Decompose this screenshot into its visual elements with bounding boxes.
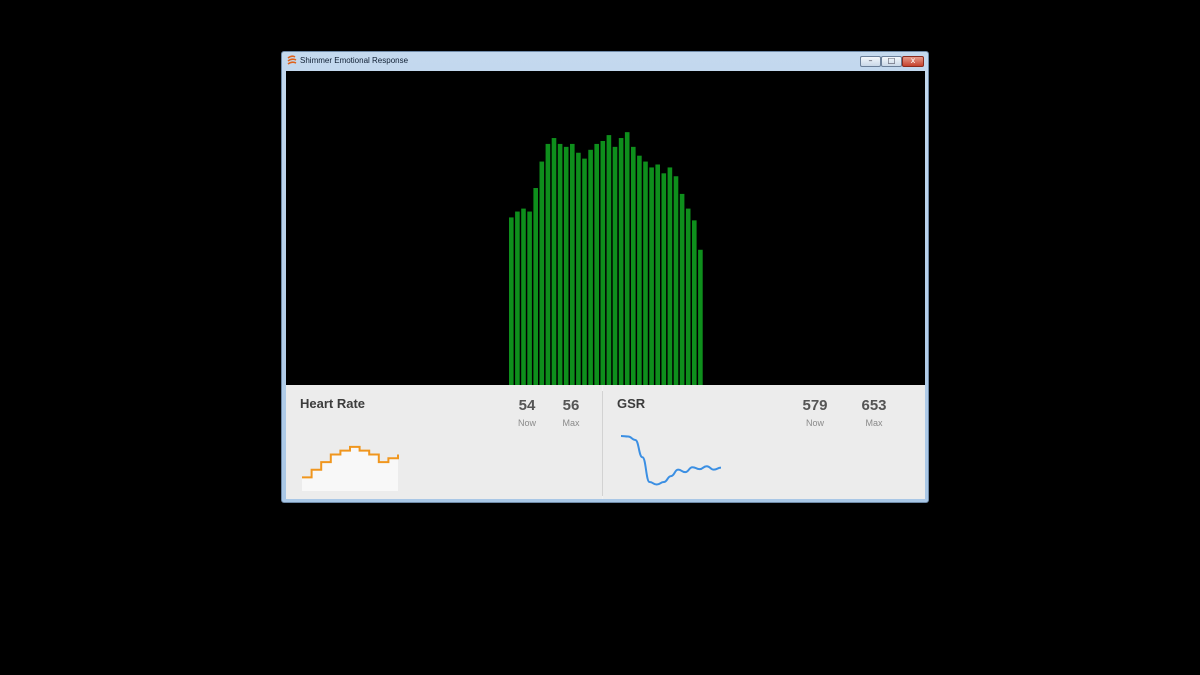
- bar-chart: [509, 132, 703, 385]
- bar: [606, 135, 612, 385]
- bar: [618, 138, 624, 385]
- bar: [637, 155, 642, 385]
- bar: [557, 143, 563, 385]
- bar: [570, 143, 575, 385]
- bar: [594, 143, 599, 385]
- emotional-response-plot: [286, 71, 925, 385]
- heart-rate-sparkline: [302, 445, 399, 491]
- maximize-button[interactable]: □: [881, 56, 902, 67]
- bar: [509, 217, 514, 385]
- app-logo-icon: [287, 55, 297, 65]
- bar: [661, 173, 667, 385]
- bar: [515, 211, 520, 385]
- bar: [692, 220, 697, 385]
- bar: [667, 167, 673, 385]
- bar: [563, 146, 569, 385]
- bar: [643, 161, 648, 385]
- minimize-button[interactable]: –: [860, 56, 881, 67]
- bar: [612, 146, 618, 385]
- window-title: Shimmer Emotional Response: [300, 56, 409, 65]
- app-window: Shimmer Emotional Response – □ x Heart R…: [281, 51, 929, 503]
- bar: [545, 143, 551, 385]
- bar: [631, 146, 636, 385]
- bar: [698, 249, 703, 385]
- bar: [624, 132, 630, 385]
- title-bar[interactable]: Shimmer Emotional Response – □ x: [282, 52, 928, 71]
- gsr-panel: GSR 579 Now 653 Max: [603, 385, 925, 499]
- gsr-line: [620, 434, 722, 486]
- bar: [588, 149, 593, 385]
- bar: [600, 140, 606, 385]
- heart-rate-panel: Heart Rate 54 Now 56 Max: [286, 385, 602, 499]
- bar: [582, 158, 587, 385]
- bar: [685, 208, 691, 385]
- bar: [539, 161, 545, 385]
- close-button[interactable]: x: [902, 56, 924, 67]
- bar: [673, 176, 679, 385]
- bar: [533, 188, 538, 385]
- bar: [551, 138, 557, 385]
- bar: [527, 211, 532, 385]
- bar: [655, 164, 660, 385]
- bar: [521, 208, 526, 385]
- gsr-sparkline: [620, 434, 722, 486]
- bar: [576, 152, 581, 385]
- bar: [649, 167, 654, 385]
- bar: [679, 193, 685, 385]
- client-area: Heart Rate 54 Now 56 Max GSR 579 Now 653…: [286, 71, 925, 499]
